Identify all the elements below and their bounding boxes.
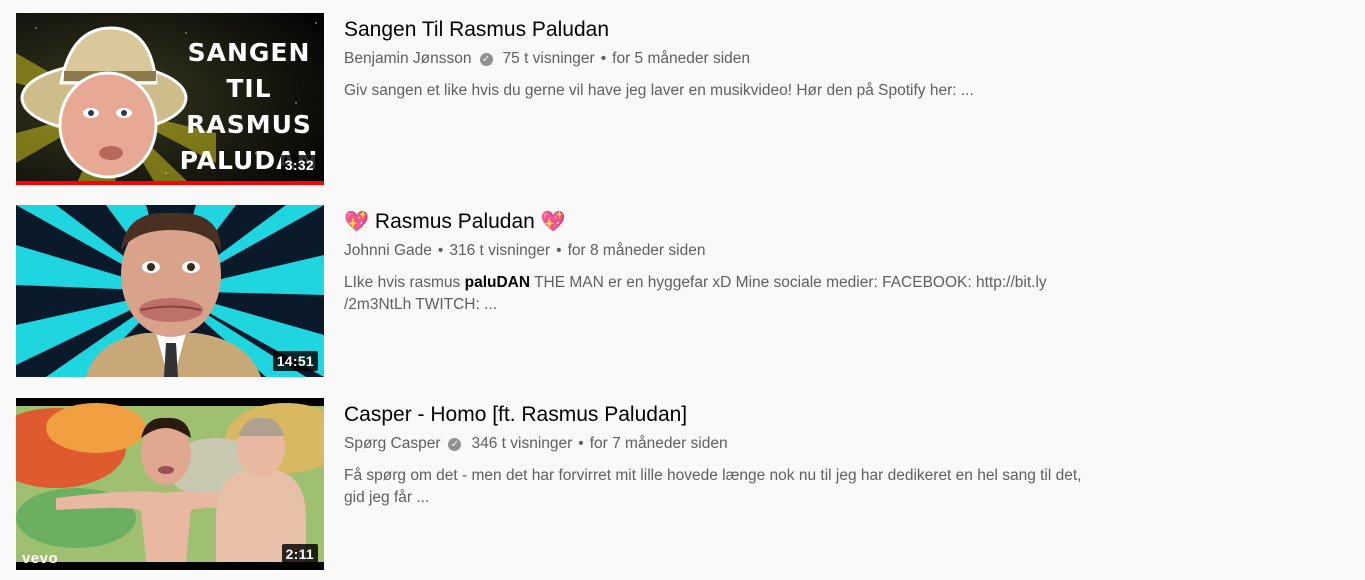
video-meta: 💖 Rasmus Paludan 💖 Johnni Gade • 316 t v… [344, 205, 1104, 377]
video-byline: Benjamin Jønsson ✓ 75 t visninger • for … [344, 48, 1104, 70]
video-meta: Sangen Til Rasmus Paludan Benjamin Jønss… [344, 13, 1104, 185]
channel-name[interactable]: Spørg Casper [344, 433, 440, 455]
duration-badge: 3:32 [280, 155, 318, 175]
upload-age: for 7 måneder siden [589, 435, 728, 452]
separator-dot: • [437, 242, 444, 259]
view-count: 346 t visninger [471, 435, 573, 452]
video-title[interactable]: Casper - Homo [ft. Rasmus Paludan] [344, 401, 1104, 429]
thumbnail-text-line: SANGEN [187, 38, 311, 67]
video-result[interactable]: 14:51 💖 Rasmus Paludan 💖 Johnni Gade • 3… [16, 205, 1116, 377]
video-title-text: Sangen Til Rasmus Paludan [344, 18, 609, 41]
upload-age: for 5 måneder siden [612, 50, 751, 67]
video-title-text: Casper - Homo [ft. Rasmus Paludan] [344, 403, 688, 426]
video-thumbnail[interactable]: 14:51 [16, 205, 324, 377]
view-count: 75 t visninger [502, 50, 595, 67]
thumbnail-text-line: TIL [226, 74, 272, 103]
video-title[interactable]: Sangen Til Rasmus Paludan [344, 16, 1104, 44]
video-title-text: Rasmus Paludan [374, 210, 535, 233]
video-description: Giv sangen et like hvis du gerne vil hav… [344, 82, 974, 99]
description-text: LIke hvis rasmus [344, 274, 465, 291]
sparkling-heart-icon: 💖 [344, 211, 369, 233]
verified-badge-icon: ✓ [479, 52, 493, 66]
separator-dot: • [578, 435, 584, 452]
video-result[interactable]: vevo 2:11 Casper - Homo [ft. Rasmus Palu… [16, 398, 1116, 570]
video-title[interactable]: 💖 Rasmus Paludan 💖 [344, 208, 1104, 236]
thumbnail-text-line: RASMUS [186, 110, 312, 139]
video-thumbnail[interactable]: SANGEN TIL RASMUS PALUDAN 3:32 [16, 13, 324, 185]
upload-age: for 8 måneder siden [567, 242, 706, 259]
channel-name[interactable]: Johnni Gade [344, 240, 432, 262]
video-result[interactable]: SANGEN TIL RASMUS PALUDAN 3:32 Sangen Ti… [16, 13, 1116, 185]
video-description: Få spørg om det - men det har forvirret … [344, 467, 1082, 506]
vevo-logo: vevo [22, 550, 59, 567]
video-thumbnail[interactable]: vevo 2:11 [16, 398, 324, 570]
view-count: 316 t visninger [449, 242, 551, 259]
thumbnail-image [16, 398, 324, 570]
duration-badge: 14:51 [272, 351, 318, 371]
separator-dot: • [600, 50, 607, 67]
sparkling-heart-icon: 💖 [540, 211, 566, 233]
channel-name[interactable]: Benjamin Jønsson [344, 48, 472, 70]
description-highlight: paluDAN [464, 274, 531, 291]
watch-progress-bar [16, 181, 324, 185]
video-byline: Spørg Casper ✓ 346 t visninger • for 7 m… [344, 433, 1104, 455]
verified-badge-icon: ✓ [448, 437, 462, 451]
video-description: LIke hvis rasmus paluDAN THE MAN er en h… [344, 272, 1089, 316]
duration-badge: 2:11 [281, 544, 318, 564]
video-meta: Casper - Homo [ft. Rasmus Paludan] Spørg… [344, 398, 1104, 570]
separator-dot: • [556, 242, 562, 259]
video-byline: Johnni Gade • 316 t visninger • for 8 må… [344, 240, 1104, 262]
